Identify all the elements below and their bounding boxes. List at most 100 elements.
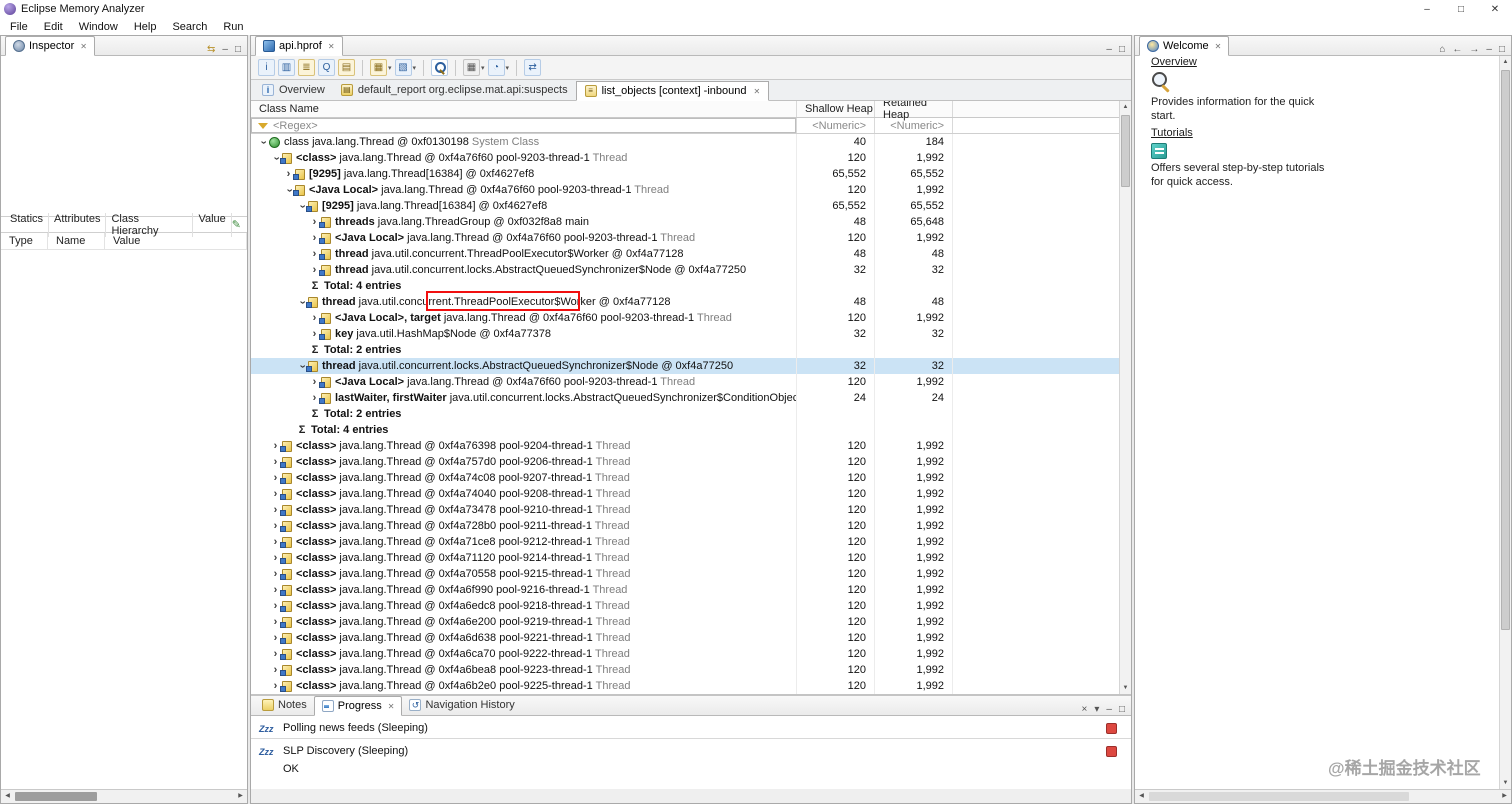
- close-view-icon[interactable]: ✕: [80, 42, 87, 51]
- tree-row[interactable]: [9295] java.lang.Thread[16384] @ 0xf4627…: [251, 198, 1119, 214]
- table-vscrollbar[interactable]: ▲ ▼: [1119, 101, 1131, 694]
- tree-row[interactable]: <class> java.lang.Thread @ 0xf4a6ca70 po…: [251, 646, 1119, 662]
- tree-row[interactable]: class java.lang.Thread @ 0xf0130198 Syst…: [251, 134, 1119, 150]
- link-with-editor-icon[interactable]: ⇆: [207, 45, 215, 55]
- menu-edit[interactable]: Edit: [36, 20, 71, 34]
- tree-row[interactable]: <class> java.lang.Thread @ 0xf4a6b2e0 po…: [251, 678, 1119, 694]
- minimize-view-icon[interactable]: –: [1486, 45, 1492, 55]
- maximize-view-icon[interactable]: □: [1119, 705, 1125, 715]
- close-view-icon[interactable]: ✕: [1215, 42, 1222, 51]
- tree-row[interactable]: <class> java.lang.Thread @ 0xf4a73478 po…: [251, 502, 1119, 518]
- inspector-column-name[interactable]: Name: [48, 233, 105, 249]
- tree-row[interactable]: <class> java.lang.Thread @ 0xf4a71ce8 po…: [251, 534, 1119, 550]
- view-menu-icon[interactable]: ▾: [1094, 705, 1099, 715]
- info-button[interactable]: i: [258, 59, 275, 76]
- tree-row[interactable]: Total: 2 entries: [251, 406, 1119, 422]
- tab-welcome[interactable]: Welcome ✕: [1139, 36, 1230, 56]
- scroll-left-icon[interactable]: ◀: [1135, 790, 1148, 803]
- tab-navigation-history[interactable]: Navigation History: [402, 695, 521, 715]
- tree-row[interactable]: lastWaiter, firstWaiter java.util.concur…: [251, 390, 1119, 406]
- maximize-view-icon[interactable]: □: [1499, 45, 1505, 55]
- tree-row[interactable]: thread java.util.concurrent.locks.Abstra…: [251, 262, 1119, 278]
- minimize-view-icon[interactable]: –: [1106, 45, 1112, 55]
- tree-row[interactable]: [9295] java.lang.Thread[16384] @ 0xf4627…: [251, 166, 1119, 182]
- tree-row[interactable]: <class> java.lang.Thread @ 0xf4a6edc8 po…: [251, 598, 1119, 614]
- menu-run[interactable]: Run: [215, 20, 251, 34]
- retained-filter-input[interactable]: <Numeric>: [874, 118, 952, 133]
- tree-row[interactable]: <class> java.lang.Thread @ 0xf4a6d638 po…: [251, 630, 1119, 646]
- run-report-button[interactable]: ▦ ▾: [370, 59, 392, 76]
- regex-filter-input[interactable]: <Regex>: [251, 118, 796, 133]
- minimize-view-icon[interactable]: –: [1106, 705, 1112, 715]
- tree-row[interactable]: Total: 4 entries: [251, 422, 1119, 438]
- tree-row[interactable]: <class> java.lang.Thread @ 0xf4a6f990 po…: [251, 582, 1119, 598]
- tree-row[interactable]: <class> java.lang.Thread @ 0xf4a76398 po…: [251, 438, 1119, 454]
- back-icon[interactable]: ←: [1452, 45, 1462, 55]
- maximize-window-button[interactable]: □: [1444, 4, 1478, 15]
- scroll-left-icon[interactable]: ◀: [1, 790, 14, 803]
- tree-row[interactable]: <class> java.lang.Thread @ 0xf4a6e200 po…: [251, 614, 1119, 630]
- tree-row[interactable]: <Java Local> java.lang.Thread @ 0xf4a76f…: [251, 182, 1119, 198]
- inspector-column-value[interactable]: Value: [105, 233, 247, 249]
- scroll-right-icon[interactable]: ▶: [234, 790, 247, 803]
- compare-button[interactable]: ⇄: [524, 59, 542, 76]
- histogram-button[interactable]: ▥: [278, 59, 295, 76]
- tree-row[interactable]: <class> java.lang.Thread @ 0xf4a74040 po…: [251, 486, 1119, 502]
- stop-job-button[interactable]: [1106, 723, 1117, 734]
- tree-row[interactable]: Total: 4 entries: [251, 278, 1119, 294]
- tree-row[interactable]: thread java.util.concurrent.ThreadPoolEx…: [251, 246, 1119, 262]
- welcome-hscrollbar[interactable]: ◀ ▶: [1135, 789, 1511, 803]
- edit-pencil-icon[interactable]: ✎: [232, 218, 247, 231]
- close-tab-icon[interactable]: ✕: [754, 87, 761, 96]
- tree-row[interactable]: <class> java.lang.Thread @ 0xf4a71120 po…: [251, 550, 1119, 566]
- tree-row[interactable]: <class> java.lang.Thread @ 0xf4a728b0 po…: [251, 518, 1119, 534]
- vscroll-thumb[interactable]: [1121, 115, 1130, 187]
- scroll-down-icon[interactable]: ▼: [1500, 777, 1511, 789]
- query-browser-button[interactable]: ▧ ▾: [394, 59, 416, 76]
- welcome-vscrollbar[interactable]: ▲ ▼: [1499, 56, 1511, 789]
- close-editor-icon[interactable]: ✕: [328, 42, 335, 51]
- vscroll-thumb[interactable]: [1501, 70, 1510, 630]
- leak-report-button[interactable]: ▤: [338, 59, 355, 76]
- hscroll-thumb[interactable]: [1149, 792, 1409, 801]
- scroll-right-icon[interactable]: ▶: [1498, 790, 1511, 803]
- tree-row[interactable]: <Java Local> java.lang.Thread @ 0xf4a76f…: [251, 374, 1119, 390]
- tree-row[interactable]: threads java.lang.ThreadGroup @ 0xf032f8…: [251, 214, 1119, 230]
- tree-row[interactable]: thread java.util.concurrent.ThreadPoolEx…: [251, 294, 1119, 310]
- tree-row[interactable]: key java.util.HashMap$Node @ 0xf4a77378 3…: [251, 326, 1119, 342]
- scroll-down-icon[interactable]: ▼: [1120, 682, 1131, 694]
- menu-help[interactable]: Help: [126, 20, 165, 34]
- tree-row[interactable]: Total: 2 entries: [251, 342, 1119, 358]
- dominator-tree-button[interactable]: ≣: [298, 59, 315, 76]
- minimize-view-icon[interactable]: –: [222, 45, 228, 55]
- tree-row[interactable]: <class> java.lang.Thread @ 0xf4a76f60 po…: [251, 150, 1119, 166]
- tab-inspector[interactable]: Inspector ✕: [5, 36, 95, 56]
- scroll-up-icon[interactable]: ▲: [1500, 56, 1511, 68]
- maximize-view-icon[interactable]: □: [1119, 45, 1125, 55]
- column-retained-heap[interactable]: Retained Heap: [874, 101, 952, 121]
- tree-row[interactable]: <class> java.lang.Thread @ 0xf4a74c08 po…: [251, 470, 1119, 486]
- minimize-window-button[interactable]: –: [1410, 4, 1444, 15]
- close-view-icon[interactable]: ✕: [388, 702, 395, 711]
- collapse-arrow-icon[interactable]: [257, 137, 268, 148]
- tab-list-objects[interactable]: list_objects [context] -inbound ✕: [575, 81, 770, 101]
- forward-icon[interactable]: →: [1469, 45, 1479, 55]
- close-window-button[interactable]: ✕: [1478, 4, 1512, 15]
- inspector-column-type[interactable]: Type: [1, 233, 48, 249]
- table-button[interactable]: ▦ ▾: [463, 59, 485, 76]
- overview-link[interactable]: Overview: [1151, 56, 1197, 68]
- hscroll-thumb[interactable]: [15, 792, 97, 801]
- clear-completed-icon[interactable]: ×: [1082, 705, 1088, 715]
- tab-overview[interactable]: Overview: [254, 80, 333, 100]
- tab-progress[interactable]: Progress ✕: [313, 696, 403, 716]
- home-icon[interactable]: ⌂: [1439, 45, 1445, 55]
- scroll-up-icon[interactable]: ▲: [1120, 101, 1131, 113]
- tree-row[interactable]: <class> java.lang.Thread @ 0xf4a70558 po…: [251, 566, 1119, 582]
- tree-row[interactable]: thread java.util.concurrent.locks.Abstra…: [251, 358, 1119, 374]
- tree-row[interactable]: <Java Local> java.lang.Thread @ 0xf4a76f…: [251, 230, 1119, 246]
- tree-row[interactable]: <class> java.lang.Thread @ 0xf4a757d0 po…: [251, 454, 1119, 470]
- menu-search[interactable]: Search: [164, 20, 215, 34]
- search-button[interactable]: [431, 59, 449, 76]
- column-class-name[interactable]: Class Name: [251, 103, 796, 115]
- menu-window[interactable]: Window: [71, 20, 126, 34]
